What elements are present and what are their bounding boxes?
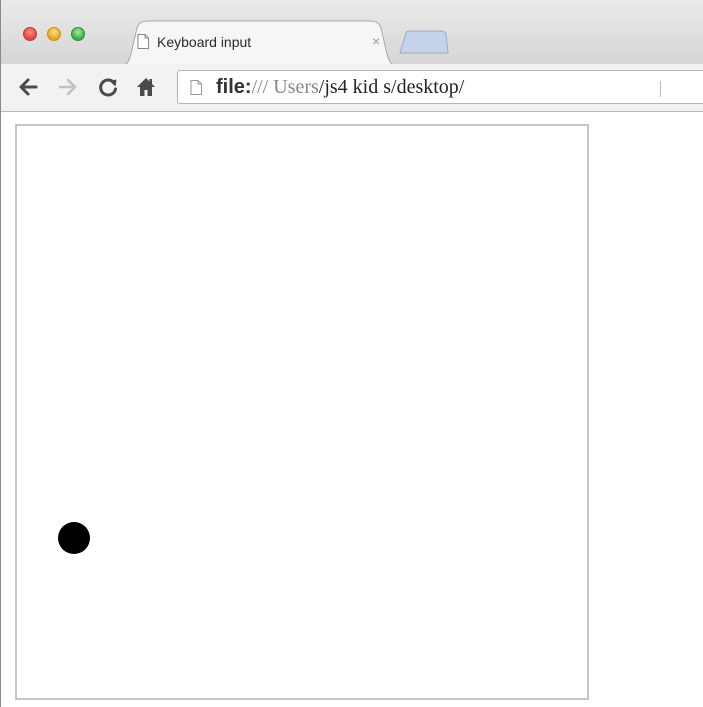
browser-window: Keyboard input × file:/// Users/js4 kid … bbox=[0, 0, 703, 707]
page-content bbox=[1, 112, 703, 707]
tab-keyboard-input[interactable]: Keyboard input × bbox=[117, 20, 401, 66]
url-path-prefix: Users bbox=[268, 76, 319, 98]
ball bbox=[58, 522, 90, 554]
url-redaction bbox=[522, 74, 654, 100]
minimize-window-button[interactable] bbox=[47, 27, 61, 41]
address-bar[interactable]: file:/// Users/js4 kid s/desktop/ bbox=[177, 70, 703, 104]
game-canvas[interactable] bbox=[15, 124, 589, 700]
url-separator: /// bbox=[251, 76, 269, 98]
url-path: /js4 kid s/desktop/ bbox=[318, 76, 465, 98]
browser-toolbar: file:/// Users/js4 kid s/desktop/ bbox=[1, 64, 703, 112]
home-icon[interactable] bbox=[135, 76, 157, 98]
zoom-window-button[interactable] bbox=[71, 27, 85, 41]
forward-arrow-icon[interactable] bbox=[57, 76, 79, 98]
close-window-button[interactable] bbox=[23, 27, 37, 41]
url-scheme: file: bbox=[216, 76, 252, 98]
url-divider bbox=[660, 81, 661, 97]
page-icon bbox=[190, 80, 202, 95]
tab-title: Keyboard input bbox=[157, 34, 252, 50]
page-icon bbox=[137, 34, 149, 49]
tab-strip: Keyboard input × bbox=[1, 0, 703, 66]
new-tab-button[interactable] bbox=[398, 30, 450, 54]
tab-close-icon[interactable]: × bbox=[372, 33, 380, 49]
reload-icon[interactable] bbox=[97, 76, 119, 98]
url-text: file:/// Users/js4 kid s/desktop/ bbox=[216, 76, 464, 98]
back-arrow-icon[interactable] bbox=[17, 76, 39, 98]
